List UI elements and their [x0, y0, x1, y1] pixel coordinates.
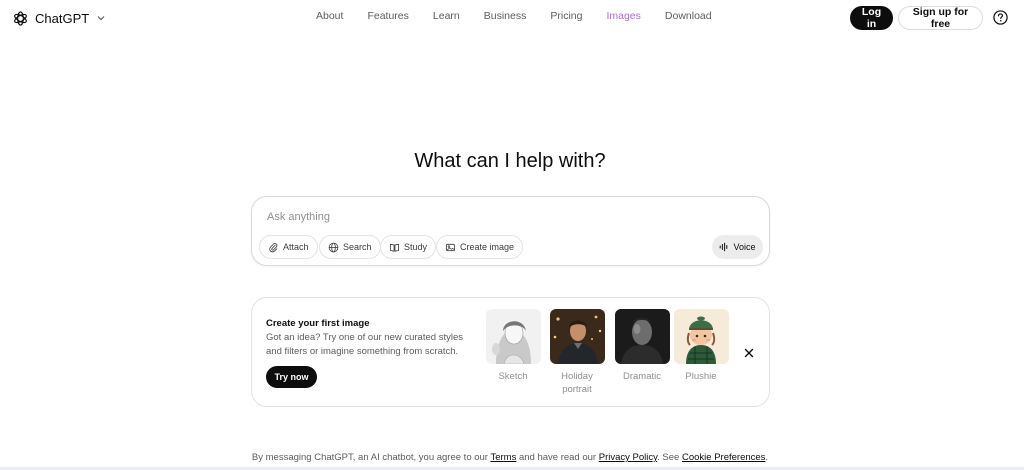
- brand-model-selector[interactable]: ChatGPT: [12, 8, 106, 28]
- login-button[interactable]: Log in: [850, 6, 893, 30]
- style-thumbnail-plushie[interactable]: [674, 309, 729, 364]
- footer-prefix: By messaging ChatGPT, an AI chatbot, you…: [251, 452, 488, 463]
- voice-button[interactable]: Voice: [712, 235, 763, 259]
- study-label: Study: [404, 242, 428, 252]
- nav-features[interactable]: Features: [367, 10, 408, 26]
- dramatic-portrait-image: [615, 309, 670, 364]
- openai-logo-icon: [14, 10, 27, 26]
- signup-button[interactable]: Sign up for free: [898, 6, 983, 30]
- image-icon: [445, 243, 456, 251]
- close-icon[interactable]: [744, 348, 754, 358]
- create-image-button[interactable]: Create image: [436, 235, 524, 259]
- nav-about[interactable]: About: [316, 10, 343, 26]
- top-header: ChatGPT About Features Learn Business Pr…: [0, 0, 1024, 36]
- help-icon[interactable]: [993, 10, 1008, 25]
- search-button[interactable]: Search: [319, 235, 381, 259]
- attach-label: Attach: [283, 242, 309, 252]
- cookie-preferences-link[interactable]: Cookie Preferences: [682, 452, 765, 463]
- plushie-image: [674, 309, 729, 364]
- create-image-promo-card: Create your first image Got an idea? Try…: [251, 297, 770, 407]
- create-image-label: Create image: [460, 242, 515, 252]
- privacy-policy-link[interactable]: Privacy Policy: [599, 452, 657, 463]
- prompt-input[interactable]: [265, 207, 705, 227]
- paperclip-icon: [269, 242, 278, 252]
- style-thumbnail-sketch[interactable]: [486, 309, 541, 364]
- study-button[interactable]: Study: [380, 235, 437, 259]
- page-headline: What can I help with?: [414, 150, 606, 172]
- nav-download[interactable]: Download: [665, 10, 712, 26]
- globe-icon: [328, 242, 339, 252]
- footer-see: . See: [657, 452, 680, 463]
- book-icon: [389, 243, 400, 252]
- style-label-holiday-portrait: Holiday portrait: [561, 371, 593, 395]
- chevron-down-icon: [97, 16, 105, 21]
- promo-title: Create your first image: [266, 318, 370, 329]
- attach-button[interactable]: Attach: [259, 235, 318, 259]
- main-nav: About Features Learn Business Pricing Im…: [316, 10, 736, 26]
- nav-learn[interactable]: Learn: [433, 10, 460, 26]
- style-thumbnail-holiday-portrait[interactable]: [550, 309, 605, 364]
- legal-footer: By messaging ChatGPT, an AI chatbot, you…: [0, 452, 1020, 463]
- footer-middle: and have read our: [518, 452, 597, 463]
- holiday-portrait-image: [550, 309, 605, 364]
- footer-end: .: [765, 452, 769, 463]
- prompt-composer: Attach Search Study Create image: [251, 196, 770, 266]
- style-label-sketch: Sketch: [498, 371, 528, 382]
- search-label: Search: [343, 242, 372, 252]
- voice-waveform-icon: [720, 242, 728, 252]
- nav-pricing[interactable]: Pricing: [550, 10, 582, 26]
- style-thumbnail-dramatic[interactable]: [615, 309, 670, 364]
- sketch-portrait-image: [486, 309, 541, 364]
- nav-images[interactable]: Images: [606, 10, 640, 26]
- brand-name: ChatGPT: [35, 10, 90, 26]
- voice-label: Voice: [733, 242, 756, 252]
- try-now-button[interactable]: Try now: [266, 366, 317, 388]
- style-label-plushie: Plushie: [685, 371, 717, 382]
- terms-link[interactable]: Terms: [490, 452, 516, 463]
- style-label-dramatic: Dramatic: [622, 371, 661, 382]
- nav-business[interactable]: Business: [484, 10, 527, 26]
- promo-description: Got an idea? Try one of our new curated …: [266, 332, 463, 357]
